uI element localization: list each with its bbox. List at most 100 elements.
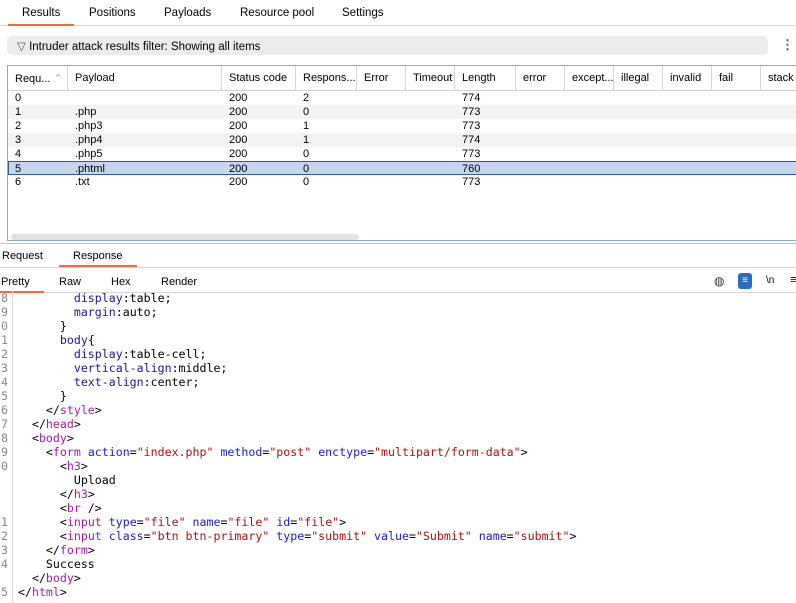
column-header[interactable]: Payload — [68, 66, 222, 91]
code-token: "index.php" — [136, 445, 221, 459]
table-cell: 200 — [229, 148, 248, 160]
code-token: "submit" — [513, 529, 570, 543]
code-token: name — [478, 529, 507, 543]
code-token: = — [143, 529, 151, 543]
line-number: 6 — [1, 403, 8, 417]
sort-ascending-icon: ⌃ — [50, 73, 63, 85]
line-number: 8 — [1, 431, 8, 445]
column-header[interactable]: illegal — [614, 66, 663, 91]
table-cell: .php5 — [75, 148, 103, 160]
tab-response[interactable]: Response — [59, 250, 136, 267]
code-token: = — [136, 515, 144, 529]
menu-icon[interactable]: ≡ — [790, 274, 796, 286]
newline-toggle[interactable]: \n — [766, 275, 774, 286]
column-header[interactable]: Error — [357, 66, 406, 91]
code-token: < — [18, 445, 53, 459]
code-token: < — [18, 515, 67, 529]
column-header[interactable]: Respons... — [296, 66, 357, 91]
table-cell: 5 — [15, 163, 22, 175]
table-cell: 773 — [462, 176, 481, 188]
column-header[interactable]: Length — [455, 66, 516, 91]
column-header[interactable]: error — [516, 66, 565, 91]
column-header[interactable]: fail — [712, 66, 761, 91]
code-token: { — [87, 333, 95, 347]
line-number: 9 — [1, 305, 8, 319]
code-line: 2 <input class="btn btn-primary" type="s… — [0, 529, 796, 543]
table-header: Requ... ⌃ Payload Status code Respons... Err… — [8, 66, 796, 91]
table-cell: .php3 — [75, 120, 103, 132]
code-token: > — [569, 529, 577, 543]
code-line: 9 <form action="index.php" method="post"… — [0, 445, 796, 459]
code-token: body — [45, 571, 74, 585]
tab-hex[interactable]: Hex — [111, 276, 131, 288]
column-header[interactable]: Timeout — [406, 66, 455, 91]
column-header-label: Requ... — [15, 73, 51, 85]
code-line: 0 <h3> — [0, 459, 796, 473]
table-row[interactable]: 0 200 2 774 — [8, 91, 796, 105]
code-token: = — [129, 445, 137, 459]
table-cell: 1 — [303, 120, 310, 132]
code-line: Upload — [0, 473, 796, 487]
table-cell: .php — [75, 106, 97, 118]
tab-positions[interactable]: Positions — [89, 7, 136, 19]
code-token: > — [339, 515, 347, 529]
code-token: </ — [18, 571, 46, 585]
table-row[interactable]: 6 .txt 200 0 773 — [8, 175, 796, 189]
table-cell: 2 — [303, 92, 310, 104]
line-number: 2 — [1, 529, 8, 543]
more-options-icon[interactable]: ⋮ — [781, 38, 794, 52]
code-token: > — [73, 417, 81, 431]
horizontal-scrollbar[interactable] — [11, 234, 359, 240]
table-cell: 1 — [303, 134, 310, 146]
tab-settings[interactable]: Settings — [342, 7, 384, 19]
code-token: class — [108, 529, 144, 543]
table-cell: 0 — [303, 106, 310, 118]
code-token: :table-cell; — [122, 347, 207, 361]
code-line: </body> — [0, 571, 796, 585]
code-token: < — [18, 501, 67, 515]
table-row[interactable]: 4 .php5 200 0 773 — [8, 147, 796, 161]
tab-pretty[interactable]: Pretty — [0, 276, 44, 293]
tab-request[interactable]: Request — [2, 250, 43, 262]
line-number: 4 — [1, 375, 8, 389]
code-token: "file" — [227, 515, 277, 529]
table-cell: 6 — [15, 176, 22, 188]
code-token: form — [59, 543, 88, 557]
table-cell: 774 — [462, 92, 481, 104]
line-number: 3 — [1, 543, 8, 557]
table-cell: 200 — [229, 163, 248, 175]
hide-eye-icon[interactable]: ◍ — [714, 274, 724, 288]
column-header[interactable]: invalid — [663, 66, 712, 91]
tab-payloads[interactable]: Payloads — [164, 7, 211, 19]
code-token: /> — [87, 501, 102, 515]
column-header[interactable]: except... — [565, 66, 614, 91]
tab-resource-pool[interactable]: Resource pool — [240, 7, 314, 19]
column-header[interactable]: Requ... ⌃ — [8, 66, 68, 91]
tab-render[interactable]: Render — [161, 276, 197, 288]
code-token: :table; — [122, 291, 172, 305]
results-filter-bar[interactable]: ▽ Intruder attack results filter: Showin… — [7, 36, 768, 55]
column-header[interactable]: stack — [761, 66, 796, 91]
code-token: "Submit" — [415, 529, 479, 543]
column-header[interactable]: Status code — [222, 66, 296, 91]
code-token: :auto; — [115, 305, 158, 319]
code-line: 8 display:table; — [0, 291, 796, 305]
table-cell: 0 — [303, 176, 310, 188]
tab-results[interactable]: Results — [7, 7, 75, 26]
code-line: 5 </html> — [0, 585, 796, 599]
table-cell: 3 — [15, 134, 22, 146]
word-wrap-icon[interactable]: ≡ — [738, 273, 752, 289]
main-tabs: Results Positions Payloads Resource pool… — [0, 0, 796, 26]
tab-raw[interactable]: Raw — [59, 276, 81, 288]
table-row[interactable]: 2 .php3 200 1 773 — [8, 119, 796, 133]
code-token: > — [59, 585, 67, 599]
table-row[interactable]: 1 .php 200 0 773 — [8, 105, 796, 119]
code-line: 4 Success — [0, 557, 796, 571]
table-row[interactable]: 5 .phtml 200 0 760 — [8, 161, 796, 175]
line-number: 5 — [1, 585, 8, 599]
code-token: vertical-align — [18, 361, 172, 375]
response-code-editor[interactable]: 8 display:table; 9 margin:auto; 0 } 1 body{… — [0, 291, 796, 599]
line-number: 1 — [1, 515, 8, 529]
code-token: Upload — [18, 473, 116, 487]
table-row[interactable]: 3 .php4 200 1 774 — [8, 133, 796, 147]
